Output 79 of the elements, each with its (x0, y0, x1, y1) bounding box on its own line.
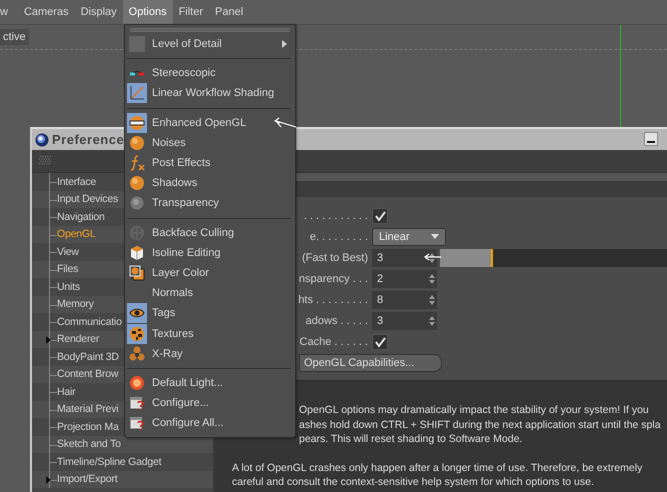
spinner-icon[interactable] (429, 248, 437, 266)
menu-bar-item[interactable]: Cameras (18, 0, 75, 24)
arrow-icon (273, 116, 297, 129)
menu-item[interactable]: Layer Color (125, 262, 295, 284)
note-text: A lot of OpenGL crashes only happen after a longer time of use. Therefore, be extremely careful and consult the context-sensitive help system for which options to use. (232, 460, 644, 490)
minimize-button[interactable] (644, 132, 658, 146)
checkbox[interactable] (372, 334, 388, 350)
menu-item[interactable]: Configure... (125, 393, 295, 414)
square-icon (129, 36, 145, 52)
menu-item[interactable]: Isoline Editing (125, 242, 295, 263)
glasses-icon (129, 70, 145, 76)
number-field[interactable]: 3 (372, 248, 429, 266)
capabilities-button[interactable]: OpenGL Capabilities... (299, 354, 442, 372)
menu-item[interactable]: Enhanced OpenGL (125, 112, 295, 133)
sphere-icon (129, 175, 145, 192)
tree-item[interactable]: BodyPaint 3D (57, 350, 119, 363)
cube-icon (129, 244, 145, 261)
menu-bar-item[interactable]: w (0, 0, 14, 24)
menu-item[interactable]: Shadows (125, 173, 295, 194)
menu-bar-item[interactable]: Display (74, 0, 123, 24)
tree-item[interactable]: Timeline/Spline Gadget (57, 456, 162, 468)
tree-item[interactable]: Communicatio (57, 316, 122, 328)
sphere-icon (129, 134, 145, 151)
menu-item[interactable]: Normals (125, 283, 295, 304)
warning-text: OpenGL options may dramatically impact the stability of your system! If you (298, 403, 650, 418)
caret-icon (431, 234, 439, 239)
warning-text: ashes hold down CTRL + SHIFT during the next application start until the spla (298, 418, 662, 432)
menu-bar-item[interactable]: Panel (209, 0, 250, 24)
setting-label: . . . . . . . . . . . (302, 210, 369, 222)
menu-item[interactable]: Level of Detail (125, 34, 295, 54)
menu-bar-item[interactable]: Filter (172, 0, 210, 24)
window-help-icon (129, 415, 145, 432)
tree-item[interactable]: Projection Ma (57, 420, 119, 433)
menu-item[interactable]: Linear Workflow Shading (125, 83, 295, 104)
expand-arrow-icon[interactable] (46, 336, 51, 344)
setting-label: Cache . . . . . . (298, 336, 369, 348)
app-logo-icon (35, 132, 49, 146)
radiation-icon (129, 346, 145, 362)
number-field[interactable]: 8 (372, 290, 429, 308)
menu-item[interactable]: Transparency (125, 193, 295, 214)
setting-label: nsparency . . . (298, 272, 369, 284)
tree-item[interactable]: Memory (57, 298, 94, 310)
slider-fill[interactable] (440, 248, 493, 266)
window-help-icon (129, 395, 145, 412)
viewport-label: ctive (0, 29, 29, 45)
expand-arrow-icon[interactable] (46, 476, 51, 484)
tree-item[interactable]: Files (57, 263, 78, 276)
tree-item[interactable]: Interface (57, 176, 96, 188)
dropdown[interactable]: Linear (372, 228, 446, 246)
menu-item[interactable]: Backface Culling (125, 222, 295, 243)
slider-track[interactable] (440, 248, 667, 266)
menu-item[interactable]: Stereoscopic (125, 63, 295, 84)
menu-item[interactable]: Textures (125, 323, 295, 344)
layers-icon (129, 264, 145, 281)
menu-item[interactable]: Configure All... (125, 413, 295, 434)
light-sphere-icon (129, 374, 145, 391)
tree-item[interactable]: Renderer (57, 333, 100, 346)
warning-text: pears. This will reset shading to Software Mode. (298, 432, 524, 446)
sphere-icon (129, 195, 145, 212)
number-field[interactable]: 3 (372, 312, 429, 330)
menu-item[interactable]: Tags (125, 303, 295, 324)
grip-icon[interactable] (39, 156, 51, 166)
menu-item[interactable]: X-Ray (125, 344, 295, 364)
tree-item[interactable]: View (57, 246, 79, 258)
checkbox[interactable] (372, 208, 388, 224)
menu-bar-item[interactable]: Options (122, 0, 173, 24)
tree-item[interactable]: Navigation (57, 210, 105, 223)
number-field[interactable]: 2 (372, 270, 429, 288)
tree-item[interactable]: OpenGL (57, 228, 96, 240)
menu-item[interactable]: Noises (125, 132, 295, 153)
function-icon (129, 155, 145, 172)
globe-icon (129, 224, 145, 241)
window-title: Preference (52, 132, 124, 147)
tree-item[interactable]: Hair (57, 386, 76, 398)
arrow-icon (424, 253, 442, 261)
menu-item[interactable]: Default Light... (125, 372, 295, 393)
tree-item[interactable]: Units (57, 280, 80, 293)
setting-label: hts . . . . . . . . . (297, 294, 369, 306)
setting-label: adows . . . . . (304, 314, 369, 326)
